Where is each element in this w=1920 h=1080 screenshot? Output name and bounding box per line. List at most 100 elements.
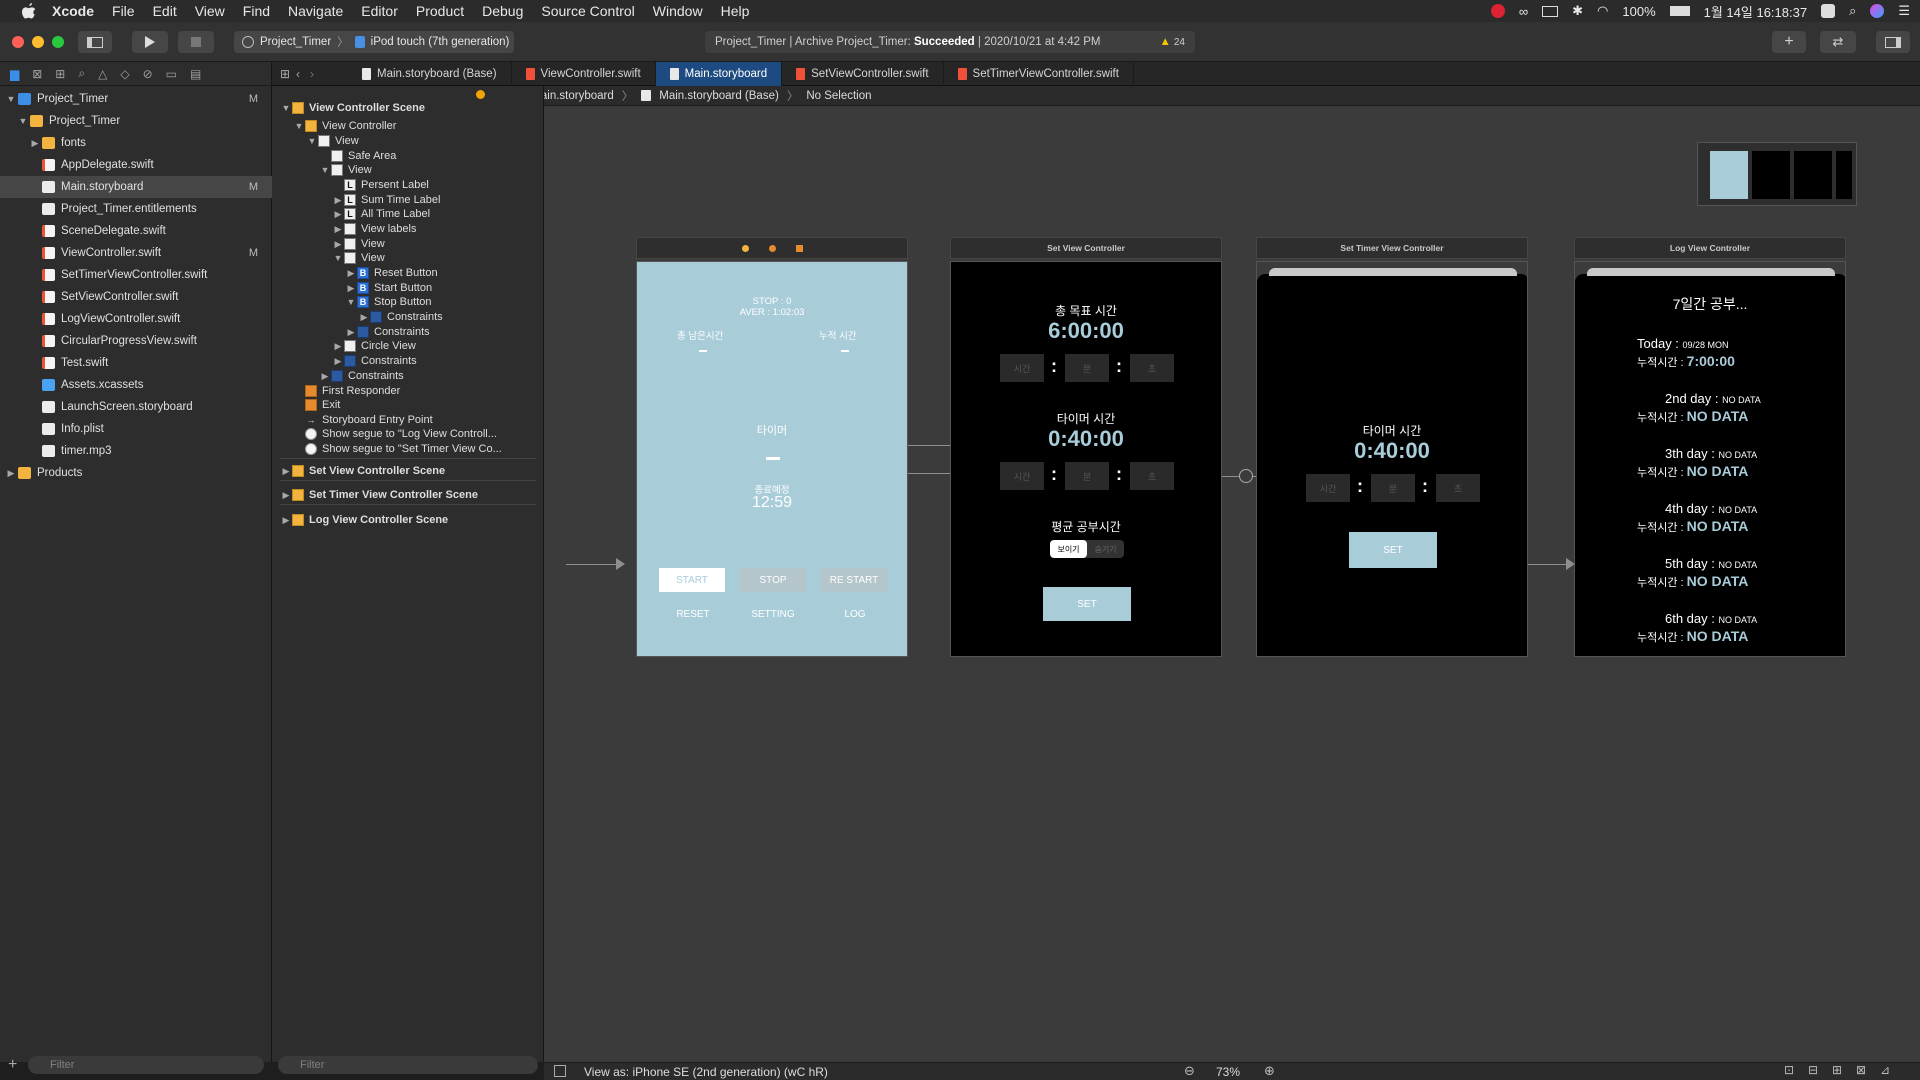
- navigator-item[interactable]: Assets.xcassets: [0, 374, 272, 396]
- editor-tab[interactable]: Main.storyboard (Base): [348, 61, 512, 86]
- bluetooth-icon[interactable]: ✱: [1572, 3, 1583, 19]
- disclosure-triangle-icon[interactable]: ▶: [345, 268, 357, 279]
- navigator-item[interactable]: ViewController.swift M: [0, 242, 272, 264]
- scheme-selector[interactable]: Project_Timer 〉 iPod touch (7th generati…: [234, 31, 514, 53]
- setting-button[interactable]: SETTING: [745, 606, 801, 622]
- issue-nav-icon[interactable]: △: [98, 67, 107, 81]
- disclosure-triangle-icon[interactable]: ▶: [332, 356, 344, 367]
- storyboard-canvas[interactable]: STOP : 0 AVER : 1:02:03 총 남은시간 누적 시간 타이머…: [544, 106, 1920, 1062]
- editor-tab[interactable]: Main.storyboard: [655, 61, 783, 86]
- folder-nav-icon[interactable]: ▆: [10, 67, 19, 81]
- disclosure-triangle-icon[interactable]: ▶: [280, 466, 292, 477]
- notification-icon[interactable]: [1490, 4, 1505, 18]
- add-constraints-icon[interactable]: ⊠: [1856, 1063, 1866, 1077]
- navigator-item[interactable]: Info.plist: [0, 418, 272, 440]
- set-scene-header[interactable]: Set View Controller: [950, 237, 1222, 259]
- stop-button[interactable]: [178, 31, 214, 53]
- entry-point-arrow[interactable]: [566, 564, 616, 565]
- navigator-item[interactable]: ▼ Project_Timer M: [0, 88, 272, 110]
- navigator-filter[interactable]: Filter: [28, 1056, 264, 1074]
- close-window-button[interactable]: [12, 36, 24, 48]
- zoom-window-button[interactable]: [52, 36, 64, 48]
- menu-find[interactable]: Find: [243, 3, 270, 19]
- menu-navigate[interactable]: Navigate: [288, 3, 343, 19]
- control-center-icon[interactable]: ☰: [1898, 3, 1910, 19]
- disclosure-triangle-icon[interactable]: ▶: [319, 371, 331, 382]
- segue-line-log[interactable]: [1528, 564, 1568, 565]
- navigator-item[interactable]: timer.mp3: [0, 440, 272, 462]
- back-arrow-icon[interactable]: ‹: [296, 67, 310, 81]
- segue-line-set-lower[interactable]: [908, 473, 950, 474]
- battery-text[interactable]: 100%: [1622, 4, 1655, 19]
- outline-item[interactable]: Show segue to "Set Timer View Co...: [293, 440, 502, 458]
- disclosure-triangle-icon[interactable]: ▶: [332, 341, 344, 352]
- show-segment[interactable]: 보이기: [1050, 540, 1087, 558]
- zoom-out-icon[interactable]: ⊖: [1184, 1063, 1195, 1079]
- navigator-toggle-button[interactable]: [78, 31, 112, 53]
- disclosure-triangle-icon[interactable]: ▶: [28, 138, 42, 149]
- disclosure-triangle-icon[interactable]: ▶: [332, 209, 344, 220]
- zoom-level[interactable]: 73%: [1216, 1065, 1240, 1079]
- settimer-set-button[interactable]: SET: [1349, 532, 1437, 568]
- run-button[interactable]: [132, 31, 168, 53]
- outline-item[interactable]: ▼ View Controller Scene: [280, 99, 425, 117]
- breakpoint-nav-icon[interactable]: ▭: [166, 67, 177, 81]
- outline-item[interactable]: ▶ Set Timer View Controller Scene: [280, 486, 478, 504]
- glasses-icon[interactable]: ∞: [1519, 4, 1528, 19]
- navigator-item[interactable]: LaunchScreen.storyboard: [0, 396, 272, 418]
- menu-product[interactable]: Product: [416, 3, 464, 19]
- navigator-item[interactable]: Project_Timer.entitlements: [0, 198, 272, 220]
- menu-file[interactable]: File: [112, 3, 135, 19]
- forward-arrow-icon[interactable]: ›: [310, 67, 328, 81]
- navigator-item[interactable]: ▶ Products: [0, 462, 272, 484]
- goal-minute-field[interactable]: 분: [1065, 354, 1109, 382]
- timer-minute-field[interactable]: 분: [1065, 462, 1109, 490]
- set-button[interactable]: SET: [1043, 587, 1131, 621]
- outline-item[interactable]: ▶ Log View Controller Scene: [280, 511, 448, 529]
- settimer-view-controller-scene[interactable]: 타이머 시간 0:40:00 시간 : 분 : 초 SET: [1256, 261, 1528, 657]
- input-source-icon[interactable]: [1821, 4, 1836, 18]
- disclosure-triangle-icon[interactable]: ▼: [345, 297, 357, 307]
- disclosure-triangle-icon[interactable]: ▼: [319, 165, 331, 175]
- menu-editor[interactable]: Editor: [361, 3, 398, 19]
- warnings-indicator[interactable]: ▲ 24: [1159, 36, 1185, 48]
- menu-app[interactable]: Xcode: [52, 3, 94, 19]
- navigator-item[interactable]: SetViewController.swift: [0, 286, 272, 308]
- segue-line-set[interactable]: [908, 445, 950, 446]
- average-toggle[interactable]: 보이기 숨기기: [1050, 540, 1124, 558]
- menu-view[interactable]: View: [195, 3, 225, 19]
- debug-nav-icon[interactable]: ⊘: [143, 67, 153, 81]
- navigator-item[interactable]: Main.storyboard M: [0, 176, 272, 198]
- hide-segment[interactable]: 숨기기: [1087, 540, 1124, 558]
- set-view-controller-scene[interactable]: 총 목표 시간 6:00:00 시간 : 분 : 초 타이머 시간 0:40:0…: [950, 261, 1222, 657]
- review-changes-button[interactable]: ⇄: [1820, 31, 1856, 53]
- outline-filter[interactable]: Filter: [278, 1056, 538, 1074]
- settimer-second-field[interactable]: 초: [1436, 474, 1480, 502]
- disclosure-triangle-icon[interactable]: ▶: [280, 490, 292, 501]
- disclosure-triangle-icon[interactable]: ▶: [345, 283, 357, 294]
- main-view-controller-scene[interactable]: STOP : 0 AVER : 1:02:03 총 남은시간 누적 시간 타이머…: [636, 261, 908, 657]
- zoom-in-icon[interactable]: ⊕: [1264, 1063, 1275, 1079]
- outline-item[interactable]: ▶ Set View Controller Scene: [280, 462, 445, 480]
- settimer-minute-field[interactable]: 분: [1371, 474, 1415, 502]
- restart-button[interactable]: RE START: [821, 568, 887, 592]
- settimer-hour-field[interactable]: 시간: [1306, 474, 1350, 502]
- report-nav-icon[interactable]: ▤: [190, 67, 201, 81]
- navigator-item[interactable]: LogViewController.swift: [0, 308, 272, 330]
- view-as-label[interactable]: View as: iPhone SE (2nd generation) (wC …: [584, 1065, 828, 1079]
- inspector-toggle-button[interactable]: [1876, 31, 1910, 53]
- minimize-window-button[interactable]: [32, 36, 44, 48]
- disclosure-triangle-icon[interactable]: ▼: [4, 94, 18, 104]
- settimer-scene-header[interactable]: Set Timer View Controller: [1256, 237, 1528, 259]
- main-scene-header[interactable]: [636, 237, 908, 259]
- disclosure-triangle-icon[interactable]: ▼: [293, 121, 305, 131]
- navigator-item[interactable]: SetTimerViewController.swift: [0, 264, 272, 286]
- segue-icon[interactable]: [1239, 469, 1253, 483]
- timer-second-field[interactable]: 초: [1130, 462, 1174, 490]
- timer-hour-field[interactable]: 시간: [1000, 462, 1044, 490]
- display-icon[interactable]: [1542, 5, 1559, 17]
- test-nav-icon[interactable]: ◇: [120, 67, 129, 81]
- editor-tab[interactable]: SetTimerViewController.swift: [944, 61, 1134, 86]
- start-button[interactable]: START: [659, 568, 725, 592]
- find-nav-icon[interactable]: ⌕: [78, 66, 85, 81]
